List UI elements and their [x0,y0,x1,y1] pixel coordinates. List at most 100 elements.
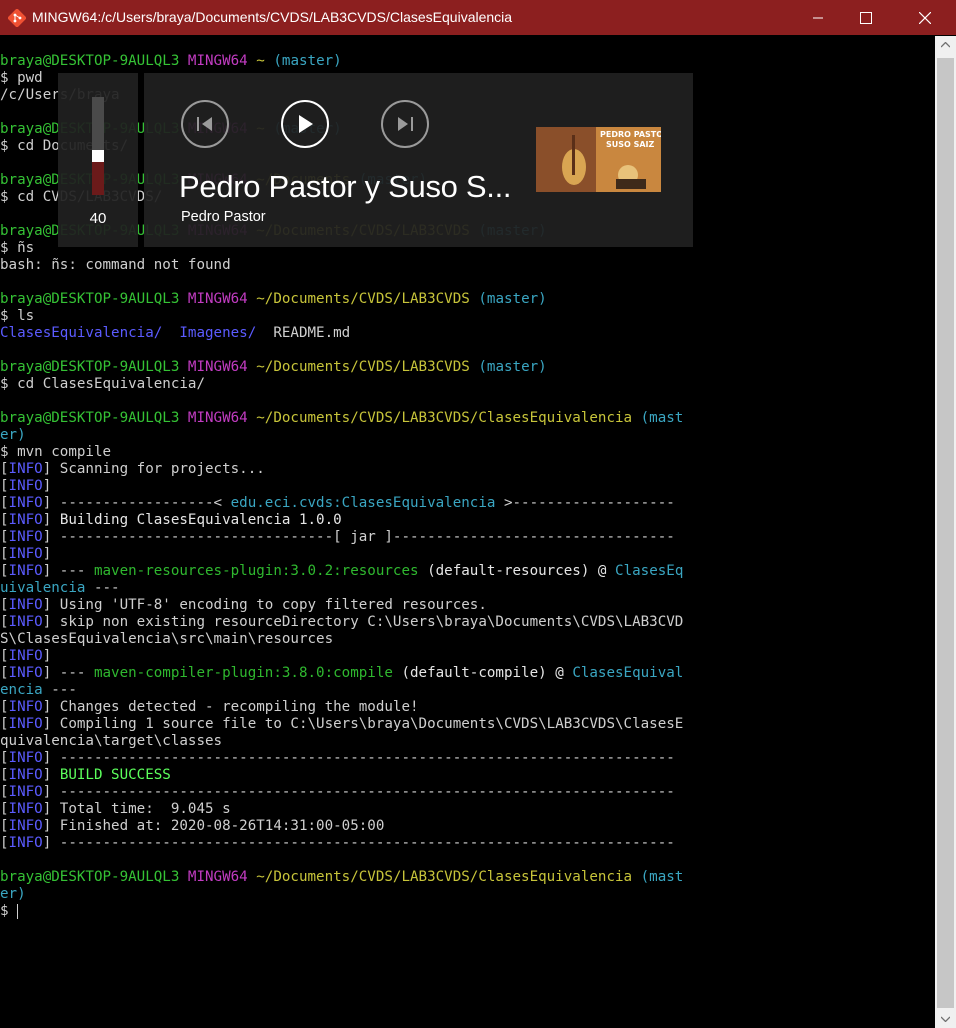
terminal-line: braya@DESKTOP-9AULQL3 MINGW64 ~/Document… [0,359,547,376]
terminal-text: INFO [8,716,43,732]
terminal-text: ] --- [42,665,94,681]
scroll-up-icon[interactable] [941,42,950,48]
terminal-text: ] Finished at: 2020-08-26T14:31:00-05:00 [42,818,385,834]
terminal-text: [ [0,716,9,732]
track-title: Pedro Pastor y Suso S... [179,169,512,204]
maximize-button[interactable] [843,0,889,35]
terminal-text: S\ClasesEquivalencia\src\main\resources [0,631,334,647]
terminal-line: quivalencia\target\classes [0,733,222,750]
terminal-text: [ [0,461,9,477]
terminal-text: $ ñs [0,240,35,256]
minimize-icon [812,17,823,19]
terminal-text: maven-compiler-plugin:3.8.0:compile [93,665,393,681]
terminal-line: braya@DESKTOP-9AULQL3 MINGW64 ~ (master) [0,53,342,70]
scroll-down-icon[interactable] [941,1016,950,1022]
terminal-line: er) [0,886,26,903]
terminal-text: [ [0,614,9,630]
terminal-line: [INFO] [0,546,51,563]
terminal-line: er) [0,427,26,444]
terminal-text: ] [42,478,52,494]
terminal-text: ] --------------------------------------… [42,835,675,851]
terminal-line: [INFO] Total time: 9.045 s [0,801,231,818]
terminal-text: INFO [8,546,43,562]
terminal-text: $ cd ClasesEquivalencia/ [0,376,205,392]
terminal-line: [INFO] Scanning for projects... [0,461,265,478]
album-art: PEDRO PASTOR SUSO SAIZ [536,127,661,192]
terminal-text: ] Scanning for projects... [42,461,265,477]
terminal-text: --- [85,580,120,596]
terminal-line: $ ñs [0,240,34,257]
terminal-line: encia --- [0,682,77,699]
terminal-text: INFO [8,835,43,851]
terminal-line: $ cd ClasesEquivalencia/ [0,376,205,393]
terminal-text: INFO [8,665,43,681]
terminal-text: ~/Documents/CVDS/LAB3CVDS [256,291,479,307]
terminal-text: [ [0,478,9,494]
terminal-text: MINGW64 [187,359,257,375]
terminal-text: braya@DESKTOP-9AULQL3 [0,359,188,375]
maximize-icon [860,11,872,24]
terminal-text: [ [0,665,9,681]
volume-thumb[interactable] [92,150,104,162]
scrollbar-thumb[interactable] [937,58,954,1008]
terminal-text: (default-compile) @ [392,665,573,681]
terminal-text: ] skip non existing resourceDirectory C:… [42,614,684,630]
volume-flyout: 40 [58,73,138,247]
terminal-line: $ pwd [0,70,43,87]
close-button[interactable] [902,0,948,35]
terminal-text: braya@DESKTOP-9AULQL3 [0,291,188,307]
terminal-text: INFO [8,648,43,664]
terminal-line: [INFO] skip non existing resourceDirecto… [0,614,683,631]
terminal-text: ~ [256,53,274,69]
text-cursor [17,903,19,919]
terminal-text: ClasesEq [615,563,684,579]
terminal-text: (master) [478,359,547,375]
terminal-text: [ [0,546,9,562]
terminal-text: MINGW64 [187,291,257,307]
terminal-text: MINGW64 [187,869,257,885]
terminal-text: $ ls [0,308,35,324]
terminal-text: ~/Documents/CVDS/LAB3CVDS/ClasesEquivale… [256,869,641,885]
terminal-line: $ [0,903,19,920]
terminal-text: (mast [640,410,684,426]
terminal-text: INFO [8,461,43,477]
minimize-button[interactable] [795,0,841,35]
terminal-text: quivalencia\target\classes [0,733,223,749]
terminal-text: ClasesEquival [572,665,684,681]
terminal-text: ~/Documents/CVDS/LAB3CVDS/ClasesEquivale… [256,410,641,426]
vertical-scrollbar[interactable] [935,36,956,1028]
terminal-text: [ [0,835,9,851]
terminal-text: [ [0,750,9,766]
terminal-text: ] --------------------------------[ jar … [42,529,675,545]
terminal-text: edu.eci.cvds:ClasesEquivalencia [230,495,496,511]
terminal-line: [INFO] Finished at: 2020-08-26T14:31:00-… [0,818,384,835]
svg-text:PEDRO PASTOR: PEDRO PASTOR [600,130,661,139]
terminal-text: ] Compiling 1 source file to C:\Users\br… [42,716,684,732]
terminal-text: maven-resources-plugin:3.0.2:resources [93,563,419,579]
terminal-text: uivalencia [0,580,86,596]
terminal-text: MINGW64 [187,53,257,69]
terminal-text: Building ClasesEquivalencia 1.0.0 [59,512,342,528]
previous-track-button[interactable] [181,100,229,148]
terminal-text: INFO [8,818,43,834]
volume-slider[interactable] [92,97,104,195]
terminal-text: ~/Documents/CVDS/LAB3CVDS [256,359,479,375]
terminal-text: INFO [8,563,43,579]
terminal-line: braya@DESKTOP-9AULQL3 MINGW64 ~/Document… [0,291,547,308]
terminal-line: [INFO] Changes detected - recompiling th… [0,699,419,716]
play-button[interactable] [281,100,329,148]
terminal-line: uivalencia --- [0,580,120,597]
terminal-line: [INFO] --- maven-compiler-plugin:3.8.0:c… [0,665,683,682]
terminal-text: ] [42,546,52,562]
terminal-text: ] Total time: 9.045 s [42,801,231,817]
terminal-line: S\ClasesEquivalencia\src\main\resources [0,631,333,648]
next-track-button[interactable] [381,100,429,148]
terminal-text: $ [0,903,18,919]
play-icon [299,115,313,133]
terminal-line: [INFO] --- maven-resources-plugin:3.0.2:… [0,563,683,580]
terminal-text: ] --- [42,563,94,579]
terminal-text: INFO [8,495,43,511]
terminal-text: braya@DESKTOP-9AULQL3 [0,869,188,885]
terminal-text: ] Using 'UTF-8' encoding to copy filtere… [42,597,487,613]
